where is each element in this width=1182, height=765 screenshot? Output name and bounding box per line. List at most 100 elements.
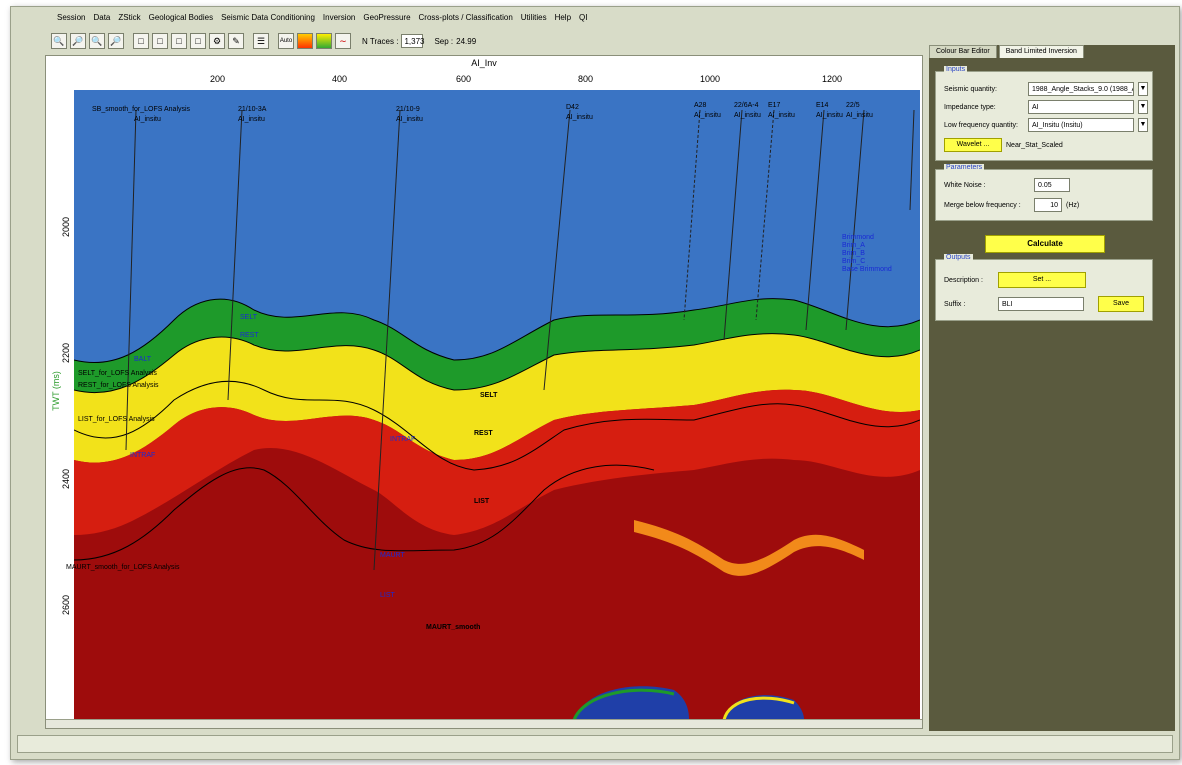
impedance-type-select[interactable]: AI [1028,100,1134,114]
merge-frequency-input[interactable]: 10 [1034,198,1062,212]
horizon-label-selt: SELT [480,392,498,399]
horizon-label-list: LIST [474,498,490,505]
horizon-label-balt: BALT [134,356,151,363]
export-icon[interactable]: □ [171,33,187,49]
description-label: Description : [944,276,983,284]
well-label-insitu-8: AI_insitu [816,112,843,119]
save-button[interactable]: Save [1098,296,1144,312]
seismic-quantity-label: Seismic quantity: [944,85,997,93]
wavelet-value: Near_Stat_Scaled [1006,141,1063,149]
inputs-title: Inputs [944,66,968,73]
horizon-label-list-lofs: LIST_for_LOFS Analysis [78,416,155,423]
zoom-out-icon[interactable]: 🔎 [70,33,86,49]
horizon-label-list-well: LIST [380,592,395,599]
x-tick-600: 600 [456,74,472,84]
well-label-a28: A28 [694,102,707,109]
panel-tabs: Colour Bar Editor Band Limited Inversion [929,45,1084,58]
chevron-down-icon[interactable]: ▼ [1138,82,1148,96]
n-traces-input[interactable]: 1,373 [401,34,424,48]
well-label-insitu-5: AI_insitu [694,112,721,119]
menu-geological-bodies[interactable]: Geological Bodies [145,11,217,27]
merge-frequency-label: Merge below frequency : [944,201,1021,209]
menu-bar: Session Data ZStick Geological Bodies Se… [11,11,1179,27]
page-icon[interactable]: □ [152,33,168,49]
table-icon[interactable]: ☰ [253,33,269,49]
y-tick-2000: 2000 [61,216,72,238]
horizon-label-intraf-2: INTRAF [390,436,416,443]
white-noise-row: White Noise : 0.05 [944,178,1070,192]
menu-zstick[interactable]: ZStick [114,11,144,27]
inputs-group: Inputs Seismic quantity: 1988_Angle_Stac… [935,66,1153,161]
sep-label: Sep : [434,36,454,46]
white-noise-input[interactable]: 0.05 [1034,178,1070,192]
zoom-in-icon[interactable]: 🔍 [51,33,67,49]
menu-inversion[interactable]: Inversion [319,11,359,27]
palette-icon[interactable] [316,33,332,49]
merge-frequency-row: Merge below frequency : 10 (Hz) [944,198,1079,212]
menu-utilities[interactable]: Utilities [517,11,551,27]
horizon-label-maurt-lofs: MAURT_smooth_for_LOFS Analysis [66,564,180,571]
seismic-quantity-row: Seismic quantity: 1988_Angle_Stacks_9.0 … [944,82,1148,96]
side-panel: Colour Bar Editor Band Limited Inversion… [929,45,1175,731]
horizon-label-base-brimmond: Base Brimmond [842,266,892,273]
chevron-down-icon[interactable]: ▼ [1138,118,1148,132]
suffix-row: Suffix : BLI Save [944,296,1144,312]
menu-session[interactable]: Session [53,11,89,27]
well-label-e14: E14 [816,102,829,109]
well-label-insitu-9: AI_insitu [846,112,873,119]
low-frequency-row: Low frequency quantity: AI_Insitu (Insit… [944,118,1148,132]
x-tick-800: 800 [578,74,594,84]
n-traces-label: N Traces : [362,36,399,46]
low-frequency-select[interactable]: AI_Insitu (Insitu) [1028,118,1134,132]
menu-crossplots[interactable]: Cross-plots / Classification [415,11,517,27]
y-tick-2400: 2400 [61,468,72,490]
seismic-quantity-select[interactable]: 1988_Angle_Stacks_9.0 (1988_A... [1028,82,1134,96]
horizon-label-brim-b: Brim_B [842,250,865,257]
tab-band-limited-inversion[interactable]: Band Limited Inversion [998,45,1084,58]
tab-colour-bar-editor[interactable]: Colour Bar Editor [929,45,997,58]
seismic-plot[interactable] [74,90,920,720]
zoom-reset-icon[interactable]: 🔎 [108,33,124,49]
application-window: Session Data ZStick Geological Bodies Se… [10,6,1180,760]
horizontal-scrollbar[interactable] [46,719,922,728]
description-row: Description : Set ... [944,272,1086,288]
parameters-title: Parameters [944,164,985,171]
outputs-title: Outputs [944,254,973,261]
description-set-button[interactable]: Set ... [998,272,1086,288]
auto-label: Auto [279,38,293,44]
menu-seismic-data-conditioning[interactable]: Seismic Data Conditioning [217,11,319,27]
suffix-label: Suffix : [944,300,966,308]
horizon-label-rest: REST [474,430,493,437]
menu-geopressure[interactable]: GeoPressure [359,11,414,27]
zoom-box-icon[interactable]: 🔍 [89,33,105,49]
well-label-insitu-7: AI_insitu [768,112,795,119]
settings-icon[interactable]: ⚙ [209,33,225,49]
horizon-label-maurt: MAURT [380,552,405,559]
seismic-section-view[interactable]: AI_Inv 200 400 600 800 1000 1200 2000 22… [45,55,923,729]
well-label-22-5: 22/5 [846,102,860,109]
document-icon[interactable]: □ [133,33,149,49]
print-icon[interactable]: □ [190,33,206,49]
well-label-e17: E17 [768,102,781,109]
chevron-down-icon[interactable]: ▼ [1138,100,1148,114]
colorbar-icon[interactable] [297,33,313,49]
well-label-22-6a-4: 22/6A-4 [734,102,759,109]
wiggle-icon[interactable]: ∼ [335,33,351,49]
y-axis-label: TWT (ms) [50,371,61,411]
horizon-label-selt-lofs: SELT_for_LOFS Analysis [78,370,157,377]
x-tick-1200: 1200 [822,74,843,84]
x-tick-200: 200 [210,74,226,84]
well-label-insitu-3: AI_insitu [396,116,423,123]
view-title: AI_Inv [471,58,497,68]
low-frequency-label: Low frequency quantity: [944,121,1018,129]
pick-icon[interactable]: ✎ [228,33,244,49]
menu-help[interactable]: Help [551,11,575,27]
menu-qi[interactable]: QI [575,11,591,27]
menu-data[interactable]: Data [89,11,114,27]
wavelet-button[interactable]: Wavelet ... [944,138,1002,152]
suffix-input[interactable]: BLI [998,297,1084,311]
calculate-button[interactable]: Calculate [985,235,1105,253]
impedance-type-label: Impedance type: [944,103,996,111]
auto-button[interactable]: Auto [278,33,294,49]
well-label-insitu-6: AI_insitu [734,112,761,119]
